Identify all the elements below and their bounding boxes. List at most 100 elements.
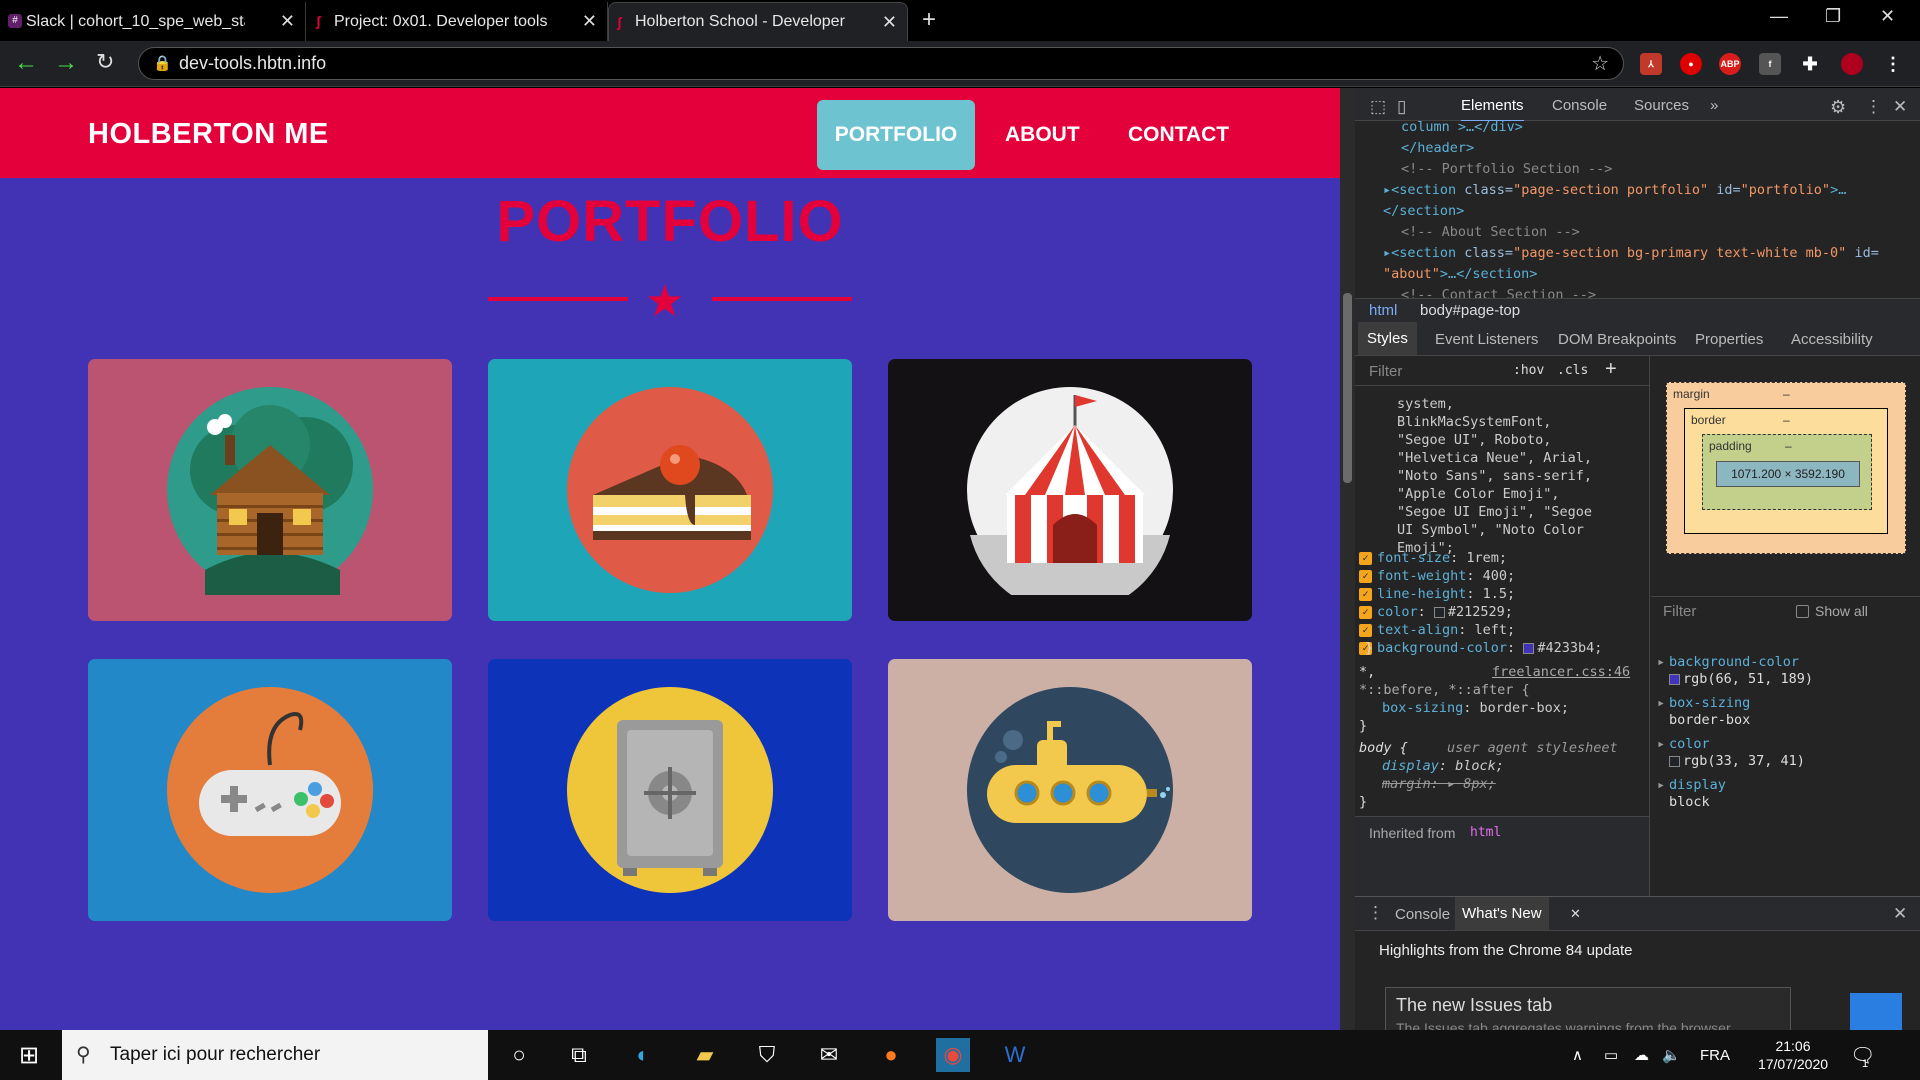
profile-avatar-icon[interactable] [1841, 53, 1863, 75]
forward-button[interactable]: → [54, 49, 78, 77]
subtab-accessibility[interactable]: Accessibility [1791, 331, 1873, 348]
firefox-icon[interactable]: ● [874, 1038, 908, 1072]
browser-tab-slack[interactable]: # Slack | cohort_10_spe_web_stack ✕ [0, 2, 306, 41]
site-brand[interactable]: HOLBERTON ME [88, 118, 329, 151]
taskbar-search[interactable]: ⚲ Taper ici pour rechercher [62, 1030, 488, 1080]
css-declaration[interactable]: ✓ color: #212529; [1359, 604, 1513, 620]
windows-start-icon[interactable]: ⊞ [12, 1038, 46, 1072]
expand-arrow-icon[interactable]: ▸ [1657, 695, 1665, 711]
cls-toggle[interactable]: .cls [1557, 363, 1588, 378]
new-tab-button[interactable]: + [922, 6, 936, 34]
dom-tree-line[interactable]: <!-- Portfolio Section --> [1401, 159, 1612, 180]
color-swatch[interactable] [1433, 606, 1445, 618]
close-drawer-tab-icon[interactable]: ✕ [1570, 906, 1581, 922]
portfolio-item-gamepad[interactable] [88, 659, 452, 921]
declaration-checkbox[interactable]: ✓ [1359, 587, 1372, 601]
portfolio-item-circus[interactable] [888, 359, 1252, 621]
nav-portfolio[interactable]: PORTFOLIO [817, 100, 975, 170]
back-button[interactable]: ← [14, 49, 38, 77]
expand-arrow-icon[interactable]: ▸ [1657, 654, 1665, 670]
color-swatch[interactable] [1523, 642, 1535, 654]
box-model-margin[interactable]: margin – border – padding – 1071.200 × 3… [1666, 382, 1906, 554]
css-declaration[interactable]: ✓ font-size: 1rem; [1359, 550, 1507, 566]
dom-tree-line[interactable]: <!-- About Section --> [1401, 222, 1580, 243]
language-indicator[interactable]: FRA [1700, 1030, 1730, 1080]
computed-prop-name[interactable]: box-sizing [1669, 695, 1750, 711]
breadcrumb-html[interactable]: html [1369, 302, 1397, 319]
maximize-button[interactable]: ❐ [1825, 6, 1841, 27]
more-tabs-icon[interactable]: » [1710, 97, 1718, 114]
dom-tree-line[interactable]: column >…</div> [1401, 117, 1523, 138]
browser-tab-devtools-active[interactable]: ʃ Holberton School - Developer to ✕ [608, 2, 908, 41]
minimize-button[interactable]: — [1770, 6, 1788, 27]
css-declaration[interactable]: ✓ background-color: #4233b4; [1359, 640, 1602, 656]
color-swatch[interactable] [1669, 755, 1680, 767]
chrome-icon[interactable]: ◉ [936, 1038, 970, 1072]
computed-prop-name[interactable]: background-color [1669, 654, 1799, 670]
breadcrumb-body[interactable]: body#page-top [1420, 302, 1520, 319]
battery-icon[interactable]: ▭ [1604, 1030, 1618, 1080]
drawer-menu-icon[interactable]: ⋮ [1367, 903, 1384, 923]
portfolio-item-submarine[interactable] [888, 659, 1252, 921]
subtab-properties[interactable]: Properties [1695, 331, 1763, 348]
devtools-menu-icon[interactable]: ⋮ [1865, 97, 1882, 117]
scroll-thumb[interactable] [1343, 293, 1352, 483]
show-all-checkbox[interactable] [1796, 605, 1809, 618]
elements-tree[interactable]: column >…</div> </header> <!-- Portfolio S… [1355, 119, 1920, 303]
browser-tab-project[interactable]: ʃ Project: 0x01. Developer tools | H ✕ [308, 2, 608, 41]
box-model-padding[interactable]: padding – 1071.200 × 3592.190 [1702, 434, 1872, 510]
box-model-border[interactable]: border – padding – 1071.200 × 3592.190 [1684, 408, 1888, 534]
pdf-extension-icon[interactable]: ⅄ [1640, 53, 1662, 75]
stylesheet-link[interactable]: freelancer.css:46 [1492, 664, 1630, 680]
dom-tree-line[interactable]: "about">…</section> [1383, 264, 1537, 285]
dom-tree-line[interactable]: ▸<section class="page-section portfolio"… [1383, 180, 1846, 201]
nav-about[interactable]: ABOUT [985, 100, 1100, 170]
computed-filter-input[interactable]: Filter [1663, 603, 1696, 620]
expand-arrow-icon[interactable]: ▸ [1657, 777, 1665, 793]
css-declaration[interactable]: ✓ text-align: left; [1359, 622, 1515, 638]
declaration-checkbox[interactable]: ✓ [1359, 623, 1372, 637]
browser-menu-icon[interactable]: ⋮ [1882, 53, 1904, 75]
drawer-tab-console[interactable]: Console [1395, 906, 1450, 923]
file-explorer-icon[interactable]: ▰ [688, 1038, 722, 1072]
notification-center-icon[interactable]: 🗨 [1850, 1030, 1875, 1080]
volume-icon[interactable]: 🔈 [1662, 1030, 1681, 1080]
cortana-icon[interactable]: ○ [502, 1038, 536, 1072]
tray-chevron-icon[interactable]: ∧ [1572, 1030, 1583, 1080]
portfolio-item-cake[interactable] [488, 359, 852, 621]
computed-prop-name[interactable]: display [1669, 777, 1726, 793]
mail-icon[interactable]: ✉ [812, 1038, 846, 1072]
declaration-checkbox[interactable]: ✓ [1359, 551, 1372, 565]
bookmark-star-icon[interactable]: ☆ [1591, 51, 1609, 76]
address-bar[interactable]: 🔒 dev-tools.hbtn.info ☆ [138, 47, 1624, 80]
tab-sources[interactable]: Sources [1634, 97, 1689, 114]
subtab-styles[interactable]: Styles [1358, 322, 1417, 355]
device-toolbar-icon[interactable]: ▯ [1397, 97, 1406, 117]
subtab-event-listeners[interactable]: Event Listeners [1435, 331, 1538, 348]
word-icon[interactable]: W [998, 1038, 1032, 1072]
close-window-button[interactable]: ✕ [1880, 6, 1895, 27]
store-icon[interactable]: ⛉ [750, 1038, 784, 1072]
hov-toggle[interactable]: :hov [1513, 363, 1544, 378]
close-devtools-icon[interactable]: ✕ [1893, 97, 1907, 117]
portfolio-item-safe[interactable] [488, 659, 852, 921]
dom-tree-line[interactable]: </header> [1401, 138, 1474, 159]
box-model-content[interactable]: 1071.200 × 3592.190 [1716, 461, 1860, 487]
edge-icon[interactable]: ◐ [626, 1038, 660, 1072]
network-icon[interactable]: ☁ [1634, 1030, 1649, 1080]
portfolio-item-cabin[interactable] [88, 359, 452, 621]
clock[interactable]: 21:06 17/07/2020 [1748, 1030, 1838, 1080]
close-tab-icon[interactable]: ✕ [882, 12, 897, 33]
close-drawer-icon[interactable]: ✕ [1893, 904, 1907, 924]
ublock-icon[interactable]: ● [1680, 53, 1702, 75]
new-rule-icon[interactable]: + [1605, 358, 1617, 381]
declaration-checkbox[interactable]: ✓ [1359, 569, 1372, 583]
inspect-element-icon[interactable]: ⬚ [1370, 97, 1386, 117]
page-scrollbar[interactable] [1340, 88, 1355, 1030]
close-tab-icon[interactable]: ✕ [280, 11, 295, 32]
tab-console[interactable]: Console [1552, 97, 1607, 114]
adblock-plus-icon[interactable]: ABP [1719, 53, 1741, 75]
expand-arrow-icon[interactable]: ▸ [1657, 736, 1665, 752]
dom-tree-line[interactable]: ▸<section class="page-section bg-primary… [1383, 243, 1879, 264]
nav-contact[interactable]: CONTACT [1108, 100, 1249, 170]
